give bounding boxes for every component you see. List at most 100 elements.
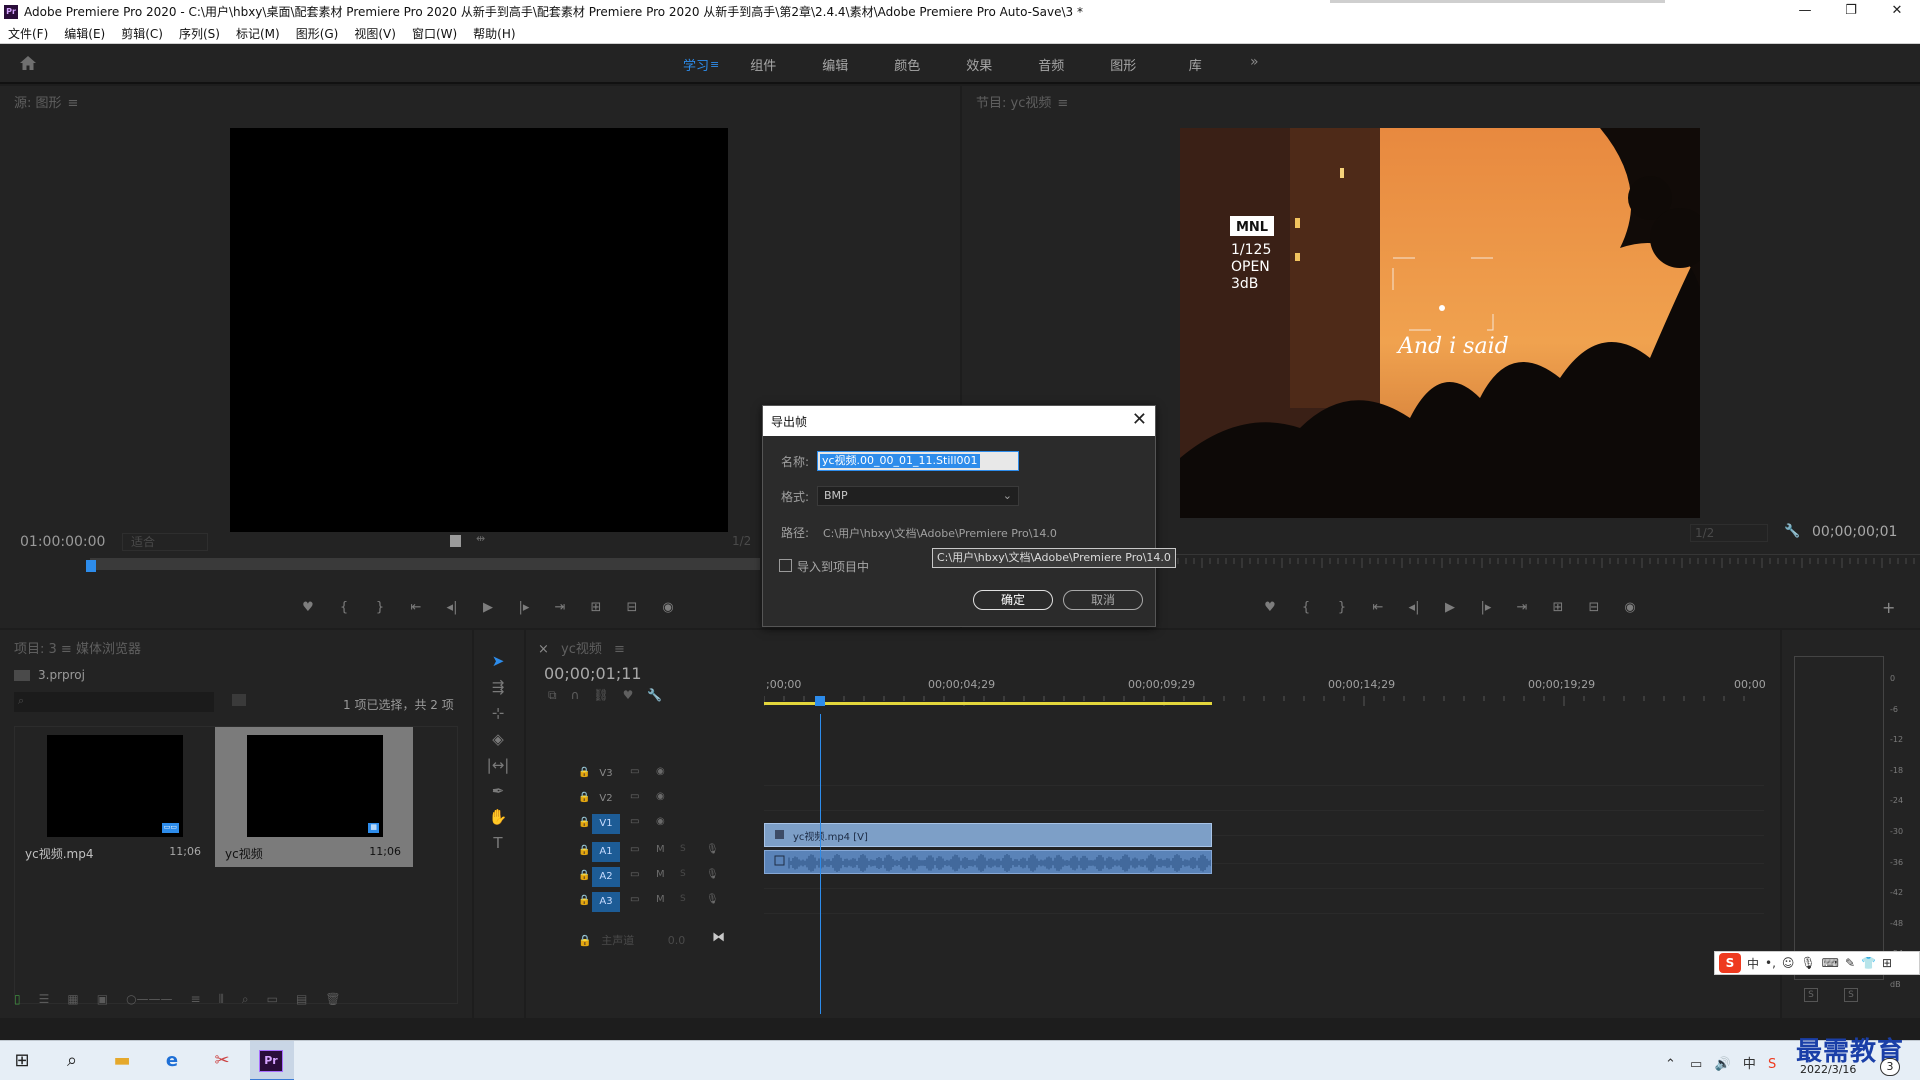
- track-lane-v3[interactable]: [764, 762, 1764, 786]
- ok-button[interactable]: 确定: [973, 590, 1053, 610]
- solo-icon[interactable]: S: [680, 894, 686, 904]
- minimize-button[interactable]: —: [1782, 0, 1828, 23]
- network-icon[interactable]: ▭: [1690, 1057, 1702, 1072]
- add-marker-icon[interactable]: ♥: [1252, 598, 1288, 618]
- sync-lock-icon[interactable]: ▭: [630, 869, 639, 880]
- timeline-ruler[interactable]: ;00;00 00;00;04;29 00;00;09;29 00;00;14;…: [764, 672, 1766, 712]
- more-workspaces-icon[interactable]: »: [1250, 54, 1259, 70]
- source-drag-icon[interactable]: ⇹: [476, 532, 485, 545]
- menu-clip[interactable]: 剪辑(C): [113, 25, 171, 42]
- track-select-tool-icon[interactable]: ⇶: [486, 676, 510, 698]
- track-lane-v2[interactable]: [764, 787, 1764, 811]
- linked-selection-icon[interactable]: ⛓: [593, 688, 608, 703]
- menu-sequence[interactable]: 序列(S): [171, 25, 228, 42]
- add-marker-icon[interactable]: ♥: [623, 688, 634, 703]
- lock-icon[interactable]: 🔒: [578, 845, 590, 856]
- workspace-tab-effects[interactable]: 效果: [943, 55, 1015, 74]
- close-tab-icon[interactable]: ×: [538, 642, 549, 657]
- step-forward-icon[interactable]: |▸: [506, 598, 542, 618]
- sort-icon[interactable]: ≡: [191, 992, 201, 1007]
- lock-icon[interactable]: 🔒: [578, 870, 590, 881]
- lift-icon[interactable]: ⊞: [1540, 598, 1576, 618]
- source-monitor-header[interactable]: 源: 图形 ≡: [14, 92, 78, 111]
- new-bin-icon[interactable]: ▭: [267, 992, 278, 1007]
- clear-icon[interactable]: 🗑: [325, 992, 340, 1007]
- windows-start-icon[interactable]: ⊞: [4, 1047, 40, 1075]
- go-to-out-icon[interactable]: ⇥: [1504, 598, 1540, 618]
- menu-window[interactable]: 窗口(W): [404, 25, 465, 42]
- freeform-view-icon[interactable]: ▣: [97, 992, 108, 1007]
- video-clip[interactable]: yc视频.mp4 [V]: [764, 823, 1212, 847]
- list-view-icon[interactable]: ☰: [39, 992, 50, 1007]
- sync-lock-icon[interactable]: ▭: [630, 791, 639, 802]
- go-to-in-icon[interactable]: ⇤: [1360, 598, 1396, 618]
- emoji-icon[interactable]: ☺: [1782, 956, 1795, 970]
- type-tool-icon[interactable]: T: [486, 832, 510, 854]
- step-back-icon[interactable]: ◂|: [1396, 598, 1432, 618]
- project-item[interactable]: ▦ yc视频 11;06: [215, 727, 413, 867]
- sync-lock-icon[interactable]: ▭: [630, 816, 639, 827]
- skin-icon[interactable]: ✎: [1845, 956, 1855, 970]
- ime-tray-icon[interactable]: 中: [1743, 1057, 1756, 1072]
- find-icon[interactable]: ⌕: [242, 992, 249, 1007]
- mark-out-icon[interactable]: }: [1324, 598, 1360, 618]
- lock-icon[interactable]: 🔒: [578, 767, 590, 778]
- automate-icon[interactable]: ⦀: [219, 992, 224, 1007]
- track-name[interactable]: V3: [592, 764, 620, 784]
- ripple-edit-tool-icon[interactable]: ⊹: [486, 702, 510, 724]
- source-zoom-select[interactable]: 适合: [122, 533, 208, 551]
- mute-icon[interactable]: M: [656, 869, 665, 880]
- export-frame-icon[interactable]: ◉: [650, 598, 686, 618]
- cancel-button[interactable]: 取消: [1063, 590, 1143, 610]
- close-window-button[interactable]: ✕: [1874, 0, 1920, 23]
- sync-lock-icon[interactable]: ▭: [630, 844, 639, 855]
- workspace-tab-libraries[interactable]: 库: [1159, 55, 1231, 74]
- timeline-settings-icon[interactable]: 🔧: [647, 688, 662, 703]
- lock-icon[interactable]: 🔒: [578, 792, 590, 803]
- source-settings-icon[interactable]: [450, 535, 461, 547]
- grid-icon[interactable]: ⊞: [1882, 956, 1892, 970]
- workspace-tab-assembly[interactable]: 组件: [727, 55, 799, 74]
- workspace-tab-color[interactable]: 颜色: [871, 55, 943, 74]
- premiere-taskbar-icon[interactable]: Pr: [259, 1050, 283, 1072]
- import-to-project-label[interactable]: 导入到项目中: [797, 558, 869, 575]
- track-name[interactable]: A2: [592, 867, 620, 887]
- hand-tool-icon[interactable]: ✋: [486, 806, 510, 828]
- ime-language-toggle[interactable]: 中: [1747, 955, 1759, 972]
- razor-tool-icon[interactable]: ◈: [486, 728, 510, 750]
- lock-icon[interactable]: ▯: [14, 992, 21, 1007]
- add-button-icon[interactable]: +: [1882, 598, 1895, 617]
- timeline-timecode[interactable]: 00;00;01;11: [544, 664, 642, 683]
- zoom-slider[interactable]: ○———: [126, 992, 172, 1007]
- source-playhead[interactable]: [86, 560, 96, 572]
- overwrite-icon[interactable]: ⊟: [614, 598, 650, 618]
- file-explorer-icon[interactable]: ▬: [104, 1047, 140, 1075]
- panel-menu-icon[interactable]: ≡: [68, 96, 79, 111]
- go-to-in-icon[interactable]: ⇤: [398, 598, 434, 618]
- lock-icon[interactable]: 🔒: [578, 934, 592, 947]
- sogou-tray-icon[interactable]: S: [1768, 1057, 1776, 1072]
- program-resolution-select[interactable]: 1/2: [1690, 524, 1768, 542]
- workspace-tab-audio[interactable]: 音频: [1015, 55, 1087, 74]
- menu-file[interactable]: 文件(F): [0, 25, 56, 42]
- insert-icon[interactable]: ⊞: [578, 598, 614, 618]
- restore-button[interactable]: ❐: [1828, 0, 1874, 23]
- source-timecode[interactable]: 01:00:00:00: [20, 534, 105, 550]
- master-track-volume[interactable]: 0.0: [668, 934, 686, 947]
- menu-graphics[interactable]: 图形(G): [288, 25, 347, 42]
- panel-menu-icon[interactable]: ≡: [614, 642, 625, 657]
- workspace-tab-graphics[interactable]: 图形: [1087, 55, 1159, 74]
- solo-icon[interactable]: S: [680, 844, 686, 854]
- lock-icon[interactable]: 🔒: [578, 895, 590, 906]
- work-area-bar[interactable]: [764, 702, 1212, 705]
- menu-markers[interactable]: 标记(M): [228, 25, 288, 42]
- shirt-icon[interactable]: 👕: [1861, 956, 1876, 970]
- microphone-icon[interactable]: 🎙: [706, 844, 719, 855]
- mute-icon[interactable]: M: [656, 844, 665, 855]
- track-name[interactable]: V1: [592, 814, 620, 834]
- play-icon[interactable]: ▶: [1432, 598, 1468, 618]
- workspace-menu-icon[interactable]: ≡: [710, 58, 719, 71]
- add-marker-icon[interactable]: ♥: [290, 598, 326, 618]
- step-back-icon[interactable]: ◂|: [434, 598, 470, 618]
- go-to-end-icon[interactable]: ⧓: [712, 930, 725, 945]
